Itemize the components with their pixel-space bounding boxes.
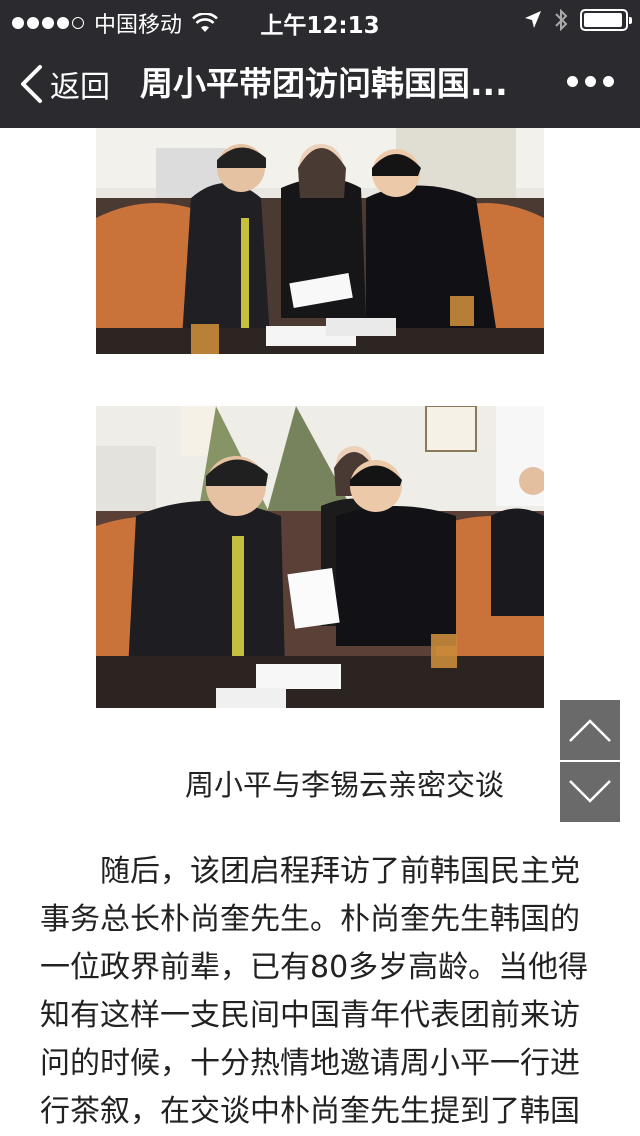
paragraph-line: 行茶叙，在交谈中朴尚奎先生提到了韩国 (40, 1094, 580, 1129)
battery-icon (580, 9, 632, 31)
paragraph-line: 一位政界前辈，已有80多岁高龄。当他得 (40, 950, 589, 985)
paragraph-line: 随后，该团启程拜访了前韩国民主党 (40, 854, 580, 889)
chevron-up-icon (569, 719, 611, 742)
paragraph-line: 事务总长朴尚奎先生。朴尚奎先生韩国的 (40, 902, 580, 937)
chevron-down-icon (569, 780, 611, 803)
photo-caption: 周小平与李锡云亲密交谈 (185, 768, 505, 802)
navigation-bar: 返回 周小平带团访问韩国国... (0, 40, 640, 128)
back-button[interactable]: 返回 (18, 62, 110, 106)
status-bar: 中国移动 上午12:13 (0, 0, 640, 40)
location-arrow-icon (525, 11, 541, 28)
page-title: 周小平带团访问韩国国... (140, 64, 508, 103)
paragraph-line: 问的时候，十分热情地邀请周小平一行进 (40, 1046, 580, 1081)
more-dots-icon[interactable] (567, 76, 614, 87)
bluetooth-icon (555, 8, 568, 32)
back-label: 返回 (50, 70, 110, 105)
scroll-up-button[interactable] (560, 700, 620, 760)
chevron-left-icon (21, 65, 42, 103)
paragraph-line: 知有这样一支民间中国青年代表团前来访 (40, 998, 580, 1033)
article-paragraph: 随后，该团启程拜访了前韩国民主党 事务总长朴尚奎先生。朴尚奎先生韩国的 一位政界前辈… (40, 848, 602, 1136)
scroll-down-button[interactable] (560, 762, 620, 822)
top-bar: 中国移动 上午12:13 返回 周小平带团访问韩国国... (0, 0, 640, 128)
article-photo-2 (96, 406, 544, 708)
article-photo-1 (96, 128, 544, 354)
article-content: 周小平与李锡云亲密交谈 随后，该团启程拜访了前韩国民主党 事务总长朴尚奎先生。朴尚… (0, 128, 640, 1136)
